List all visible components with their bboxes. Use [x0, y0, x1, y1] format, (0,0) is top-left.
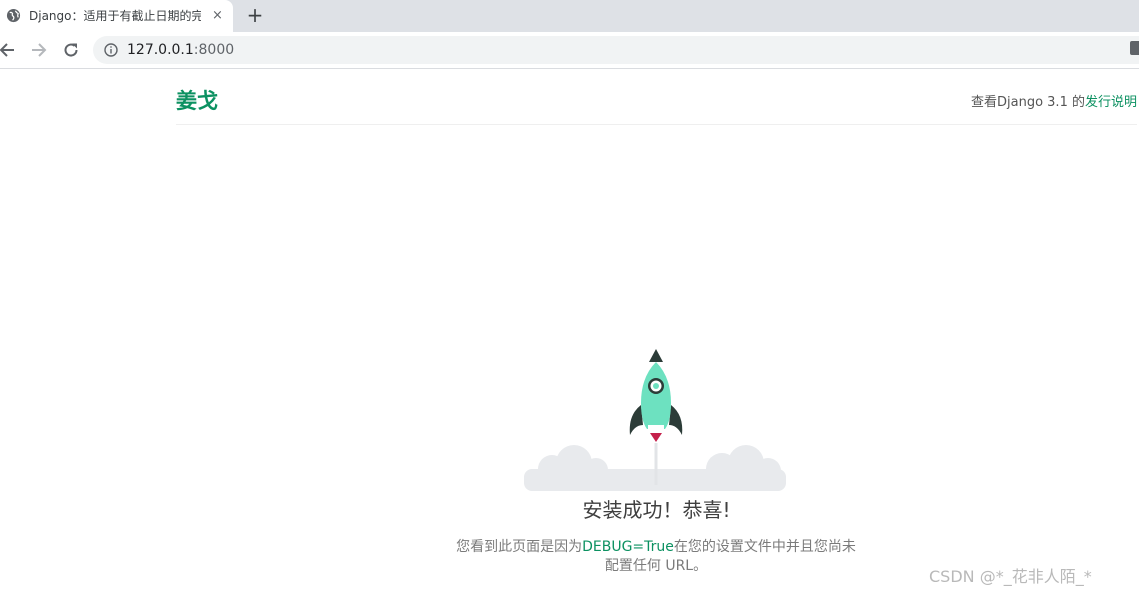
translate-icon[interactable] [1130, 41, 1139, 55]
page-header: 姜戈 查看Django 3.1 的发行说明 [176, 69, 1137, 125]
reload-icon[interactable] [61, 40, 81, 60]
install-success-heading: 安装成功！恭喜! [582, 498, 731, 522]
close-icon[interactable]: × [210, 8, 225, 23]
back-arrow-icon[interactable] [0, 40, 18, 60]
install-success-description: 您看到此页面是因为DEBUG=True在您的设置文件中并且您尚未配置任何 URL… [456, 538, 856, 576]
url-text: 127.0.0.1:8000 [127, 42, 234, 58]
url-port: :8000 [193, 42, 235, 58]
forward-arrow-icon[interactable] [28, 40, 48, 60]
csdn-watermark: CSDN @*_花非人陌_* [929, 567, 1092, 586]
release-notes-text: 查看Django 3.1 的发行说明 [971, 95, 1137, 111]
rocket [629, 349, 683, 442]
release-notes-link[interactable]: 发行说明 [1085, 95, 1137, 110]
globe-icon [6, 8, 21, 23]
new-tab-button[interactable]: + [244, 4, 266, 26]
rocket-illustration [524, 349, 786, 491]
browser-toolbar: 127.0.0.1:8000 [0, 32, 1139, 69]
url-host: 127.0.0.1 [127, 42, 194, 58]
django-logo[interactable]: 姜戈 [176, 88, 218, 114]
tab-title: Django：适用于有截止日期的完 [29, 9, 201, 23]
tab-strip: Django：适用于有截止日期的完 × + [0, 0, 1139, 32]
address-bar[interactable]: 127.0.0.1:8000 [93, 36, 1139, 64]
debug-setting-code: DEBUG=True [582, 539, 674, 555]
release-prefix: 查看Django 3.1 的 [971, 95, 1085, 110]
info-icon[interactable] [104, 43, 118, 57]
browser-tab[interactable]: Django：适用于有截止日期的完 × [0, 0, 233, 32]
exhaust-trail [654, 443, 658, 485]
description-before: 您看到此页面是因为 [456, 539, 583, 555]
